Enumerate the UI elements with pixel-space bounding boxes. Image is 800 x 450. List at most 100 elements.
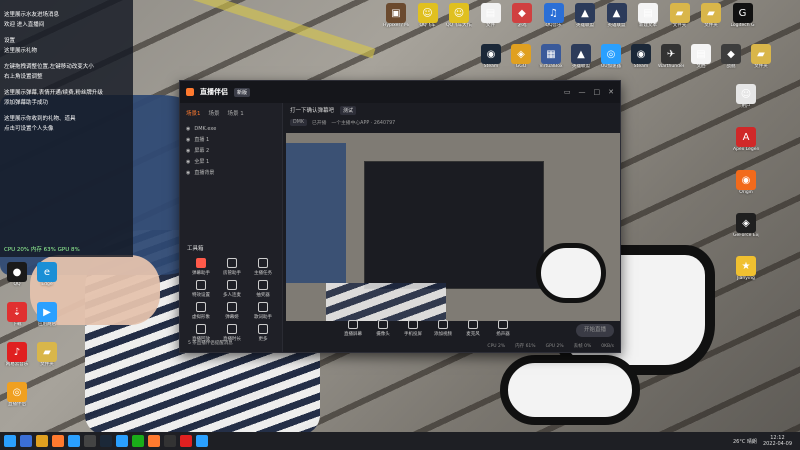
source-add-label: 扬声器	[496, 331, 510, 337]
desktop-icon[interactable]: ▦ VirtualBox	[538, 44, 564, 78]
app-icon: ◈	[511, 44, 531, 64]
taskbar-app-icon[interactable]	[132, 435, 144, 447]
weather-text[interactable]: 26°C 晴朗	[733, 438, 757, 445]
desktop-icon[interactable]: ✈ Warthunder	[658, 44, 684, 78]
tool-button[interactable]: 特效设置	[188, 280, 214, 298]
source-add-button[interactable]: 麦克风	[462, 319, 484, 337]
taskbar-app-icon[interactable]	[116, 435, 128, 447]
scene-tab[interactable]: 场景	[209, 109, 220, 117]
tool-button[interactable]: 更多	[250, 324, 276, 342]
desktop-icon[interactable]: ★ Jianying	[733, 256, 759, 290]
tool-button[interactable]: 主播任务	[250, 258, 276, 276]
desktop-icon[interactable]: ▤ 文件	[478, 3, 504, 37]
taskbar-app-icon[interactable]	[68, 435, 80, 447]
desktop-icon[interactable]: ▰ 文件夹	[698, 3, 724, 37]
taskbar-app-icon[interactable]	[20, 435, 32, 447]
source-add-button[interactable]: 手机投屏	[402, 319, 424, 337]
restore-icon[interactable]: ▭	[564, 88, 571, 96]
desktop-icon[interactable]: ◉ Origin	[733, 170, 759, 204]
source-add-button[interactable]: 直播屏幕	[342, 319, 364, 337]
sub-tag[interactable]: DMK	[290, 119, 307, 126]
tool-button[interactable]: 多人连麦	[219, 280, 245, 298]
desktop-icon[interactable]: ◎ UU加速器	[598, 44, 624, 78]
minimize-icon[interactable]: —	[579, 88, 586, 96]
desktop-icon[interactable]: ▤ 新建文本	[635, 3, 661, 37]
desktop-icon[interactable]: ▰ 文件夹	[34, 342, 60, 376]
eye-icon[interactable]: ◉	[186, 126, 190, 132]
desktop-icon[interactable]: ◆ 战舰	[718, 44, 744, 78]
start-button-icon[interactable]	[4, 435, 16, 447]
desktop-icon[interactable]: ◆ 游戏	[509, 3, 535, 37]
tool-button[interactable]: 弹幕姬	[219, 302, 245, 320]
source-item[interactable]: ◉ 全屏 1	[180, 156, 282, 167]
title-bar[interactable]: 直播伴侣 新版 ▭ — □ ✕	[180, 81, 620, 103]
tool-button[interactable]: 歌词助手	[250, 302, 276, 320]
desktop-icon[interactable]: e Edge	[34, 262, 60, 296]
desktop-icon[interactable]: ◈GeForce Experience	[733, 213, 759, 247]
preview-tag[interactable]: 测试	[340, 105, 357, 115]
source-add-button[interactable]: 摄像头	[372, 319, 394, 337]
desktop-icon[interactable]: ▰ 文件夹	[748, 44, 774, 78]
source-add-button[interactable]: 添加视频	[432, 319, 454, 337]
source-item[interactable]: ◉ 直播背景	[180, 167, 282, 178]
taskbar-app-icon[interactable]	[36, 435, 48, 447]
close-icon[interactable]: ✕	[608, 88, 614, 96]
taskbar-app-icon[interactable]	[100, 435, 112, 447]
desktop-icon[interactable]: ♫ QQ音乐	[541, 3, 567, 37]
tool-button[interactable]: 房管助手	[219, 258, 245, 276]
taskbar-app-icon[interactable]	[164, 435, 176, 447]
desktop-icon[interactable]: ◉ Steam	[628, 44, 654, 78]
source-add-label: 添加视频	[434, 331, 452, 337]
taskbar-app-icon[interactable]	[180, 435, 192, 447]
source-item[interactable]: ◉ DMK.exe	[180, 123, 282, 134]
desktop-icon[interactable]: ● QQ	[4, 262, 30, 296]
tool-button[interactable]: 虚拟形象	[188, 302, 214, 320]
app-icon: ▰	[669, 3, 690, 23]
tool-button[interactable]: 弹幕助手	[188, 258, 214, 276]
app-icon: ▲	[571, 44, 591, 64]
desktop-icon[interactable]: ☺ QQ飞车	[415, 3, 441, 37]
taskbar-app-icon[interactable]	[196, 435, 208, 447]
desktop-icon-label: QQ音乐	[545, 23, 562, 28]
eye-icon[interactable]: ◉	[186, 148, 190, 154]
desktop-icon[interactable]: ☺ 用户	[733, 84, 759, 118]
taskbar-app-icon[interactable]	[52, 435, 64, 447]
desktop-icon[interactable]: ▶ 应用商店	[34, 302, 60, 336]
desktop-icon[interactable]: AApex Legends	[733, 127, 759, 161]
tool-button[interactable]: 抽奖器	[250, 280, 276, 298]
taskbar-app-icon[interactable]	[84, 435, 96, 447]
desktop-icon[interactable]: ▲ 英雄联盟	[604, 3, 630, 37]
desktop-icon[interactable]: ⇣ 下载	[4, 302, 30, 336]
live-preview[interactable]	[286, 133, 620, 321]
start-live-button[interactable]: 开始直播	[576, 324, 614, 337]
desktop-icon[interactable]: ◎ 直播伴侣	[4, 382, 30, 416]
version-badge[interactable]: 新版	[234, 87, 251, 97]
desktop-icon[interactable]: G Logitech G	[730, 3, 756, 37]
desktop-icon[interactable]: ◈ GGO	[508, 44, 534, 78]
source-item[interactable]: ◉ 屏幕 2	[180, 145, 282, 156]
source-add-button[interactable]: 扬声器	[492, 319, 514, 337]
desktop-icon[interactable]: ▲ 英雄联盟	[568, 44, 594, 78]
overlay-line: 这里展示礼物	[4, 48, 38, 54]
maximize-icon[interactable]: □	[594, 88, 601, 96]
desktop-icon[interactable]: ◉ Steam	[478, 44, 504, 78]
scene-tab[interactable]: 场景 1	[228, 109, 244, 117]
desktop-icon[interactable]: ▤ 文档	[688, 44, 714, 78]
notice-text[interactable]: 5 条直播伴侣提醒消息	[188, 340, 233, 346]
taskbar-app-icon[interactable]	[148, 435, 160, 447]
eye-icon[interactable]: ◉	[186, 170, 190, 176]
desktop-icon[interactable]: ♪ 网易云音乐	[4, 342, 30, 376]
source-item[interactable]: ◉ 直播 1	[180, 134, 282, 145]
clock[interactable]: 12:12 2022-04-09	[763, 435, 792, 447]
desktop-icon[interactable]: ▣Hypixel / Minecraft	[383, 3, 409, 37]
eye-icon[interactable]: ◉	[186, 137, 190, 143]
desktop-icon[interactable]: ☺QQ飞车大作战	[446, 3, 472, 37]
app-icon: ▣	[386, 3, 406, 23]
tool-label: 多人连麦	[223, 293, 241, 298]
eye-icon[interactable]: ◉	[186, 159, 190, 165]
live-companion-window[interactable]: 直播伴侣 新版 ▭ — □ ✕ 场景1 场景 场景 1 ◉ DMK.exe ◉ 直播 1 ◉ 屏幕 …	[179, 80, 621, 353]
desktop-icon[interactable]: ▰ 文件夹	[667, 3, 693, 37]
desktop-icon[interactable]: ▲ 英雄联盟	[572, 3, 598, 37]
scene-tab[interactable]: 场景1	[186, 109, 201, 117]
overlay-line: 这里展示弹幕,表情开通/续费,粉丝牌升级	[4, 90, 103, 96]
